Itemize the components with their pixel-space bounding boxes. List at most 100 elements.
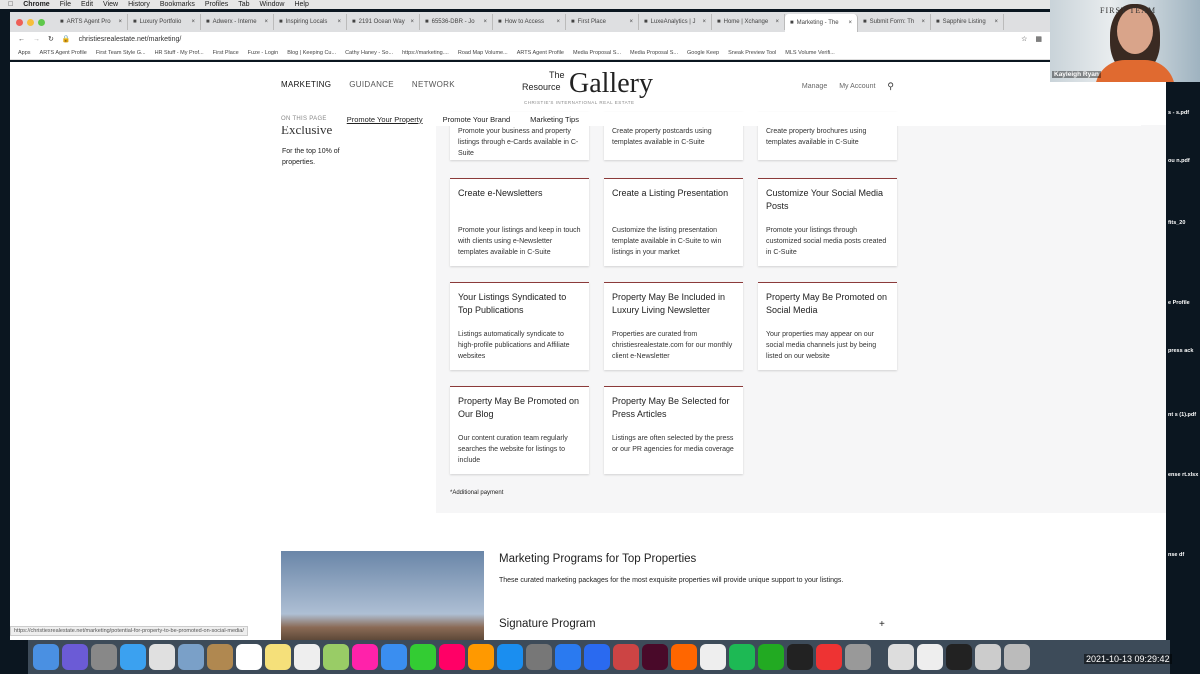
nav-guidance[interactable]: GUIDANCE bbox=[349, 80, 394, 89]
menu-history[interactable]: History bbox=[128, 1, 150, 8]
dock-app-icon[interactable] bbox=[265, 644, 291, 670]
close-tab-icon[interactable]: × bbox=[410, 19, 414, 25]
dock-app-icon[interactable] bbox=[178, 644, 204, 670]
browser-tab[interactable]: ■ Sapphire Listing × bbox=[931, 14, 1004, 30]
browser-tab[interactable]: ■ Marketing - The × bbox=[785, 14, 858, 32]
reload-icon[interactable]: ↻ bbox=[48, 35, 54, 43]
dock-app-icon[interactable] bbox=[642, 644, 668, 670]
dock-app-icon[interactable] bbox=[787, 644, 813, 670]
dock-app-icon[interactable] bbox=[33, 644, 59, 670]
browser-tab[interactable]: ■ Inspiring Locals × bbox=[274, 14, 347, 30]
dock-app-icon[interactable] bbox=[149, 644, 175, 670]
dock-app-icon[interactable] bbox=[62, 644, 88, 670]
signature-program-heading[interactable]: Signature Program bbox=[499, 618, 596, 630]
minimize-window-button[interactable] bbox=[27, 18, 34, 26]
menu-chrome[interactable]: Chrome bbox=[23, 1, 49, 8]
star-icon[interactable]: ☆ bbox=[1021, 35, 1027, 43]
marketing-card[interactable]: Property May Be Promoted on Our Blog Our … bbox=[450, 386, 589, 474]
dock-app-icon[interactable] bbox=[671, 644, 697, 670]
browser-tab[interactable]: ■ Submit Form: Th × bbox=[858, 14, 931, 30]
menu-window[interactable]: Window bbox=[260, 1, 285, 8]
dock-app-icon[interactable] bbox=[468, 644, 494, 670]
browser-tab[interactable]: ■ 2191 Ocean Way × bbox=[347, 14, 420, 30]
marketing-card[interactable]: Property May Be Promoted on Social Media… bbox=[758, 282, 897, 370]
close-tab-icon[interactable]: × bbox=[337, 19, 341, 25]
marketing-card[interactable]: Create e-Newsletters Promote your listing… bbox=[450, 178, 589, 266]
expand-plus-icon[interactable]: + bbox=[879, 619, 885, 630]
browser-tab[interactable]: ■ Home | Xchange × bbox=[712, 14, 785, 30]
dock-app-icon[interactable] bbox=[323, 644, 349, 670]
link-promote-brand[interactable]: Promote Your Brand bbox=[443, 115, 511, 124]
dock-app-icon[interactable] bbox=[700, 644, 726, 670]
browser-tab[interactable]: ■ 65536-DBR - Jo × bbox=[420, 14, 493, 30]
desktop-file-label[interactable]: ou n.pdf bbox=[1168, 158, 1190, 164]
dock-app-icon[interactable] bbox=[758, 644, 784, 670]
url-input[interactable]: christiesrealestate.net/marketing/ bbox=[79, 36, 182, 43]
desktop-file-label[interactable]: e Profile bbox=[1168, 300, 1190, 306]
menu-profiles[interactable]: Profiles bbox=[205, 1, 228, 8]
desktop-file-label[interactable]: nt s (1).pdf bbox=[1168, 412, 1196, 418]
bookmark-item[interactable]: Blog | Keeping Cu... bbox=[287, 50, 336, 56]
dock-app-icon[interactable] bbox=[236, 644, 262, 670]
close-tab-icon[interactable]: × bbox=[702, 19, 706, 25]
zoom-window-button[interactable] bbox=[38, 18, 45, 26]
dock-app-icon[interactable] bbox=[917, 644, 943, 670]
desktop-file-label[interactable]: nse df bbox=[1168, 552, 1184, 558]
close-tab-icon[interactable]: × bbox=[264, 19, 268, 25]
nav-network[interactable]: NETWORK bbox=[412, 80, 455, 89]
bookmark-item[interactable]: Road Map Volume... bbox=[458, 50, 508, 56]
close-tab-icon[interactable]: × bbox=[994, 19, 998, 25]
nav-marketing[interactable]: MARKETING bbox=[281, 80, 331, 89]
bookmark-item[interactable]: Media Proposal S... bbox=[573, 50, 621, 56]
dock-app-icon[interactable] bbox=[410, 644, 436, 670]
close-tab-icon[interactable]: × bbox=[483, 19, 487, 25]
dock-app-icon[interactable] bbox=[888, 644, 914, 670]
bookmark-item[interactable]: Google Keep bbox=[687, 50, 719, 56]
close-tab-icon[interactable]: × bbox=[848, 20, 852, 26]
apple-icon[interactable]:  bbox=[8, 1, 13, 8]
menu-tab[interactable]: Tab bbox=[238, 1, 249, 8]
browser-tab[interactable]: ■ ARTS Agent Pro × bbox=[55, 14, 128, 30]
dock-app-icon[interactable] bbox=[207, 644, 233, 670]
browser-tab[interactable]: ■ Luxury Portfolio × bbox=[128, 14, 201, 30]
menu-view[interactable]: View bbox=[103, 1, 118, 8]
desktop-file-label[interactable]: s - s.pdf bbox=[1168, 110, 1189, 116]
bookmark-item[interactable]: First Team Style G... bbox=[96, 50, 146, 56]
forward-icon[interactable]: → bbox=[33, 36, 40, 43]
close-tab-icon[interactable]: × bbox=[921, 19, 925, 25]
menu-bookmarks[interactable]: Bookmarks bbox=[160, 1, 195, 8]
dock-app-icon[interactable] bbox=[294, 644, 320, 670]
bookmark-item[interactable]: Sneak Preview Tool bbox=[728, 50, 776, 56]
close-tab-icon[interactable]: × bbox=[118, 19, 122, 25]
marketing-card[interactable]: Your Listings Syndicated to Top Publicat… bbox=[450, 282, 589, 370]
dock-app-icon[interactable] bbox=[381, 644, 407, 670]
bookmark-item[interactable]: HR Stuff - My Prof... bbox=[155, 50, 204, 56]
dock-app-icon[interactable] bbox=[845, 644, 871, 670]
bookmark-item[interactable]: Cathy Haney - So... bbox=[345, 50, 393, 56]
desktop-file-label[interactable]: fits_20 bbox=[1168, 220, 1185, 226]
browser-tab[interactable]: ■ How to Access × bbox=[493, 14, 566, 30]
close-tab-icon[interactable]: × bbox=[556, 19, 560, 25]
bookmark-item[interactable]: https://marketing.... bbox=[402, 50, 449, 56]
dock-app-icon[interactable] bbox=[497, 644, 523, 670]
manage-link[interactable]: Manage bbox=[802, 83, 827, 90]
marketing-card[interactable]: Customize Your Social Media Posts Promote… bbox=[758, 178, 897, 266]
search-icon[interactable]: ⚲ bbox=[887, 81, 894, 92]
menu-edit[interactable]: Edit bbox=[81, 1, 93, 8]
dock-app-icon[interactable] bbox=[120, 644, 146, 670]
close-window-button[interactable] bbox=[16, 18, 23, 26]
bookmark-item[interactable]: ARTS Agent Profile bbox=[40, 50, 87, 56]
dock-app-icon[interactable] bbox=[555, 644, 581, 670]
dock-app-icon[interactable] bbox=[613, 644, 639, 670]
close-tab-icon[interactable]: × bbox=[775, 19, 779, 25]
dock-app-icon[interactable] bbox=[1004, 644, 1030, 670]
back-icon[interactable]: ← bbox=[18, 36, 25, 43]
close-tab-icon[interactable]: × bbox=[629, 19, 633, 25]
desktop-file-label[interactable]: press ack bbox=[1168, 348, 1193, 354]
marketing-card[interactable]: Property May Be Included in Luxury Livin… bbox=[604, 282, 743, 370]
dock-app-icon[interactable] bbox=[584, 644, 610, 670]
link-promote-property[interactable]: Promote Your Property bbox=[347, 115, 423, 124]
menu-help[interactable]: Help bbox=[294, 1, 308, 8]
close-tab-icon[interactable]: × bbox=[191, 19, 195, 25]
marketing-card[interactable]: Property May Be Selected for Press Artic… bbox=[604, 386, 743, 474]
